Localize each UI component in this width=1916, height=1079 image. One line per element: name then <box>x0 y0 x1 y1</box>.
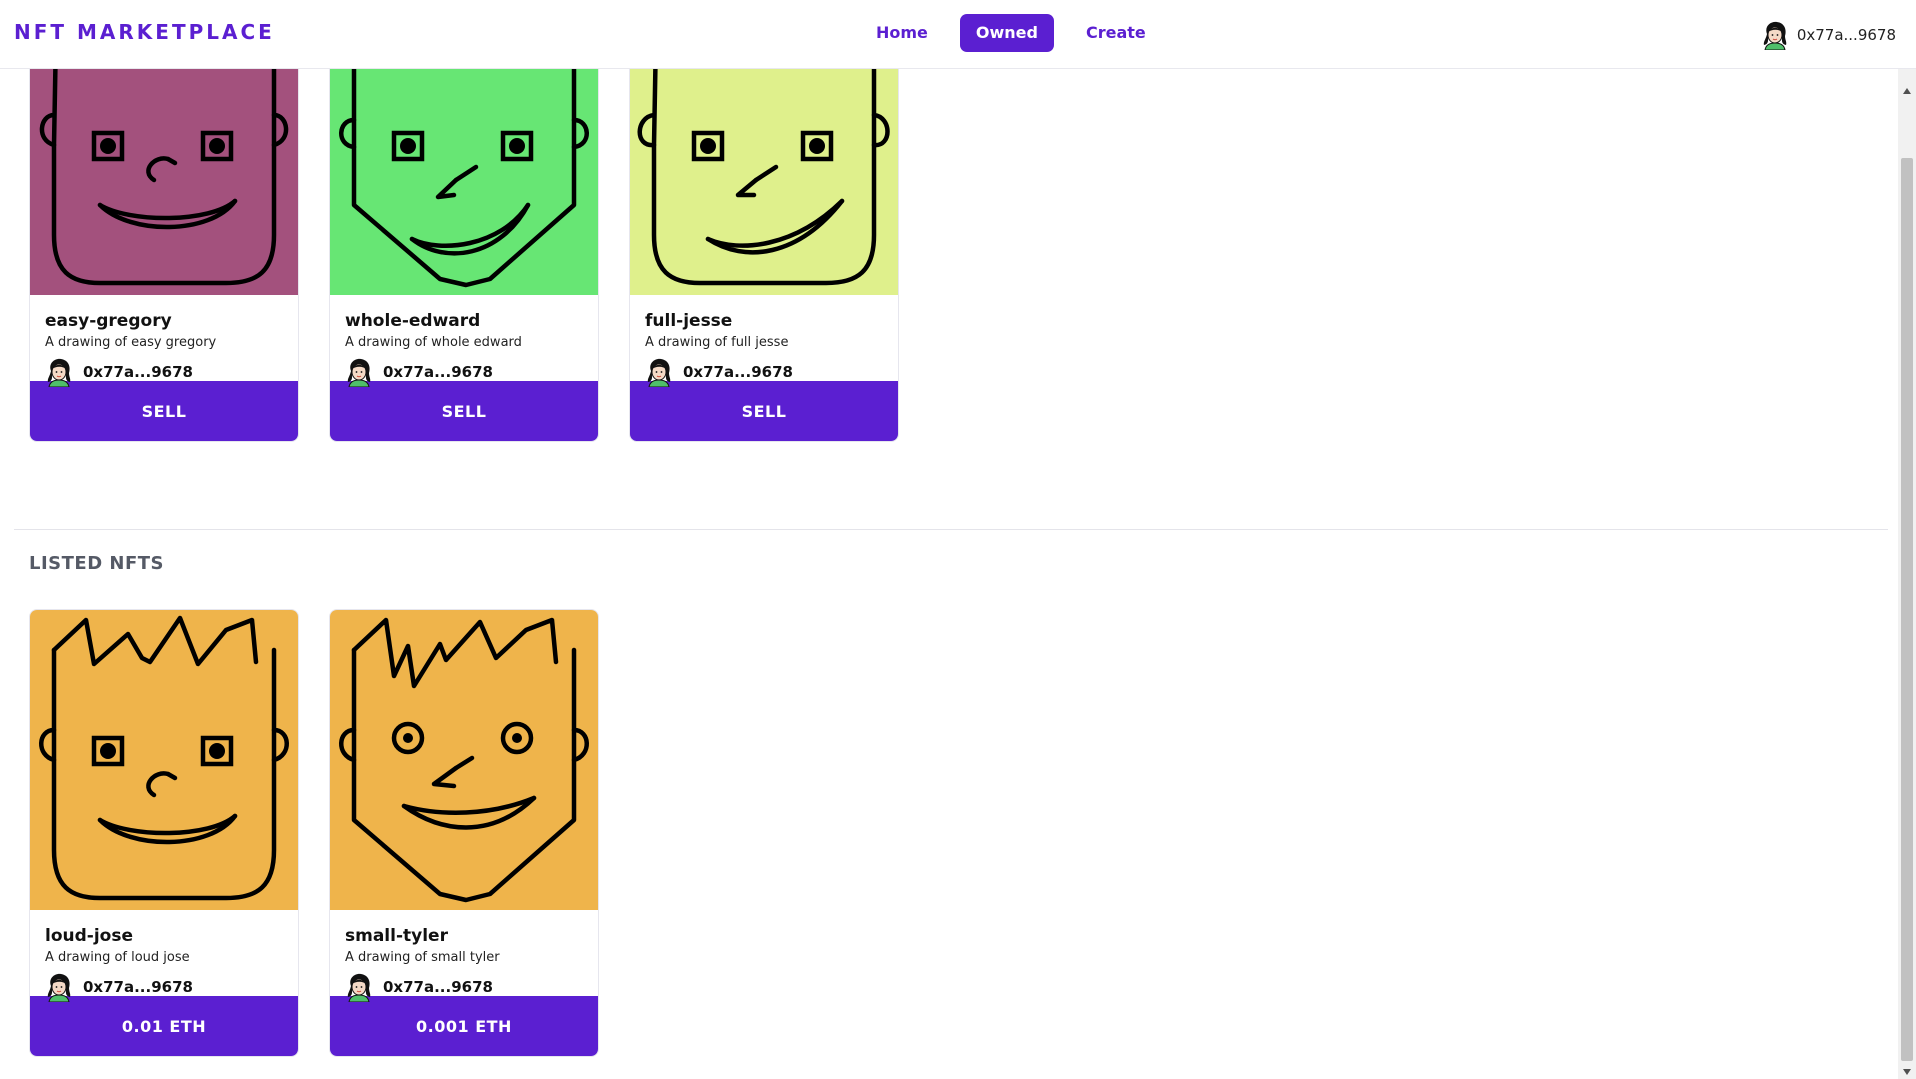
nft-artwork <box>330 610 598 910</box>
account-avatar <box>1761 20 1789 50</box>
price-button[interactable]: 0.01 ETH <box>30 996 298 1056</box>
sell-button[interactable]: SELL <box>330 381 598 441</box>
nft-card-body: whole-edward A drawing of whole edward 0… <box>330 295 598 381</box>
nft-description: A drawing of small tyler <box>345 950 500 965</box>
owner-avatar <box>45 357 73 387</box>
scroll-thumb[interactable] <box>1901 158 1913 1061</box>
face-drawing-image <box>30 610 298 910</box>
sell-button[interactable]: SELL <box>30 381 298 441</box>
top-navbar: NFT MARKETPLACE Home Owned Create 0x77a.… <box>0 0 1916 69</box>
section-divider <box>14 529 1888 530</box>
nft-description: A drawing of loud jose <box>45 950 190 965</box>
owner-avatar <box>645 357 673 387</box>
main-nav: Home Owned Create <box>860 14 1162 54</box>
account-menu[interactable]: 0x77a...9678 <box>1761 20 1896 50</box>
nft-name: loud-jose <box>45 926 133 946</box>
nft-card: loud-jose A drawing of loud jose 0x77a..… <box>29 609 299 1057</box>
main-content: easy-gregory A drawing of easy gregory 0… <box>0 0 1898 1079</box>
brand-logo[interactable]: NFT MARKETPLACE <box>14 20 275 44</box>
sell-button[interactable]: SELL <box>630 381 898 441</box>
nft-card: small-tyler A drawing of small tyler 0x7… <box>329 609 599 1057</box>
nft-card-body: full-jesse A drawing of full jesse 0x77a… <box>630 295 898 381</box>
listed-section-title: LISTED NFTS <box>29 553 165 574</box>
nft-name: whole-edward <box>345 311 481 331</box>
scroll-down-arrow-icon[interactable] <box>1903 1069 1911 1075</box>
nft-name: easy-gregory <box>45 311 172 331</box>
owner-address: 0x77a...9678 <box>83 363 193 381</box>
vertical-scrollbar[interactable] <box>1898 68 1916 1079</box>
nft-artwork <box>30 610 298 910</box>
owner-avatar <box>345 972 373 1002</box>
nav-create[interactable]: Create <box>1070 14 1162 52</box>
nft-card-body: small-tyler A drawing of small tyler 0x7… <box>330 910 598 996</box>
nft-name: full-jesse <box>645 311 733 331</box>
owner-address: 0x77a...9678 <box>83 978 193 996</box>
face-drawing-image <box>330 610 598 910</box>
owner-avatar <box>345 357 373 387</box>
owner-address: 0x77a...9678 <box>683 363 793 381</box>
scroll-up-arrow-icon[interactable] <box>1903 88 1911 94</box>
price-button[interactable]: 0.001 ETH <box>330 996 598 1056</box>
nft-description: A drawing of full jesse <box>645 335 789 350</box>
owner-address: 0x77a...9678 <box>383 978 493 996</box>
nav-home[interactable]: Home <box>860 14 944 52</box>
owner-address: 0x77a...9678 <box>383 363 493 381</box>
nft-card-body: easy-gregory A drawing of easy gregory 0… <box>30 295 298 381</box>
owner-avatar <box>45 972 73 1002</box>
account-address: 0x77a...9678 <box>1796 26 1896 44</box>
nft-card-body: loud-jose A drawing of loud jose 0x77a..… <box>30 910 298 996</box>
nft-description: A drawing of easy gregory <box>45 335 217 350</box>
nft-description: A drawing of whole edward <box>345 335 522 350</box>
nav-owned[interactable]: Owned <box>959 14 1054 52</box>
nft-name: small-tyler <box>345 926 448 946</box>
